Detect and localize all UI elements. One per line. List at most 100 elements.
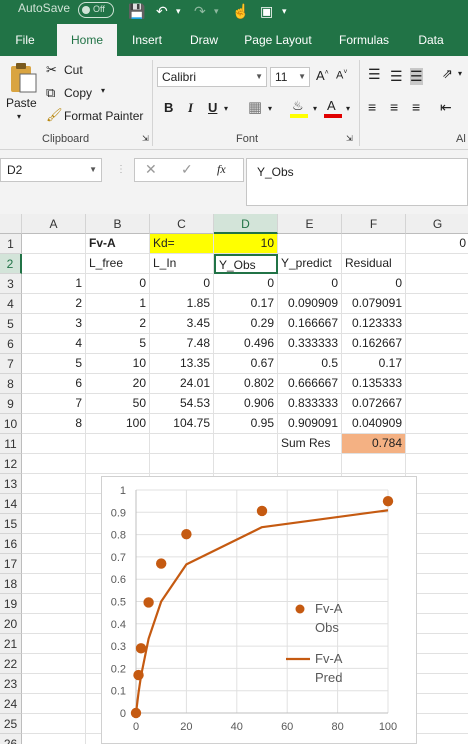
grid-cell[interactable]	[22, 634, 86, 654]
grid-cell[interactable]	[150, 434, 214, 454]
decrease-font-icon[interactable]: A˅	[336, 69, 347, 82]
grid-cell[interactable]	[406, 434, 468, 454]
cell-d9[interactable]: 0.906	[214, 394, 278, 414]
row-header-25[interactable]: 25	[0, 714, 22, 734]
cell-e5[interactable]: 0.166667	[278, 314, 342, 334]
underline-button[interactable]: U	[208, 100, 217, 115]
undo-icon[interactable]: ↶	[156, 2, 168, 20]
cell-b9[interactable]: 50	[86, 394, 150, 414]
orientation-dropdown-icon[interactable]: ▾	[458, 69, 462, 78]
cell-f9[interactable]: 0.072667	[342, 394, 406, 414]
align-right-icon[interactable]: ≡	[412, 99, 420, 115]
row-header-16[interactable]: 16	[0, 534, 22, 554]
font-color-button[interactable]: A	[324, 98, 342, 120]
cell-b10[interactable]: 100	[86, 414, 150, 434]
column-header-f[interactable]: F	[342, 214, 406, 234]
fill-dropdown-icon[interactable]: ▾	[313, 104, 317, 113]
row-header-15[interactable]: 15	[0, 514, 22, 534]
bold-button[interactable]: B	[164, 100, 173, 115]
grid-cell[interactable]	[406, 254, 468, 274]
grid-cell[interactable]	[278, 454, 342, 474]
align-center-icon[interactable]: ≡	[390, 99, 398, 115]
orientation-icon[interactable]: ⇗	[442, 66, 453, 82]
row-header-6[interactable]: 6	[0, 334, 22, 354]
format-painter-icon[interactable]: 🖌	[46, 107, 63, 123]
cell-d10[interactable]: 0.95	[214, 414, 278, 434]
row-header-20[interactable]: 20	[0, 614, 22, 634]
row-header-18[interactable]: 18	[0, 574, 22, 594]
column-header-a[interactable]: A	[22, 214, 86, 234]
cell-c6[interactable]: 7.48	[150, 334, 214, 354]
grid-cell[interactable]	[150, 454, 214, 474]
cell-f6[interactable]: 0.162667	[342, 334, 406, 354]
grid-cell[interactable]	[406, 354, 468, 374]
select-all-corner[interactable]	[0, 214, 22, 234]
cell-c4[interactable]: 1.85	[150, 294, 214, 314]
align-top-icon[interactable]: ☰	[368, 66, 381, 83]
cell-e3[interactable]: 0	[278, 274, 342, 294]
cell-c7[interactable]: 13.35	[150, 354, 214, 374]
grid-cell[interactable]	[22, 474, 86, 494]
row-header-3[interactable]: 3	[0, 274, 22, 294]
cell-c8[interactable]: 24.01	[150, 374, 214, 394]
tab-page-layout[interactable]: Page Layout	[236, 24, 320, 56]
tab-data[interactable]: Data	[408, 24, 454, 56]
grid-cell[interactable]	[214, 454, 278, 474]
grid-cell[interactable]	[342, 454, 406, 474]
cell-a5[interactable]: 3	[22, 314, 86, 334]
tab-draw[interactable]: Draw	[178, 24, 230, 56]
font-color-dropdown-icon[interactable]: ▾	[346, 104, 350, 113]
grid-cell[interactable]	[406, 394, 468, 414]
autosave-toggle[interactable]: Off	[78, 2, 114, 18]
cell-e4[interactable]: 0.090909	[278, 294, 342, 314]
row-header-17[interactable]: 17	[0, 554, 22, 574]
column-header-g[interactable]: G	[406, 214, 468, 234]
cell-a9[interactable]: 7	[22, 394, 86, 414]
row-header-1[interactable]: 1	[0, 234, 22, 254]
cell-a6[interactable]: 4	[22, 334, 86, 354]
grid-cell[interactable]	[406, 374, 468, 394]
grid-cell[interactable]	[406, 414, 468, 434]
cell-a4[interactable]: 2	[22, 294, 86, 314]
tab-formulas[interactable]: Formulas	[330, 24, 398, 56]
cell-b1[interactable]: Fv-A	[86, 234, 150, 254]
column-header-c[interactable]: C	[150, 214, 214, 234]
row-header-5[interactable]: 5	[0, 314, 22, 334]
grid-cell[interactable]	[22, 594, 86, 614]
grid-cell[interactable]	[22, 714, 86, 734]
row-header-14[interactable]: 14	[0, 494, 22, 514]
align-left-icon[interactable]: ≡	[368, 99, 376, 115]
cell-g1[interactable]: 0	[406, 234, 468, 254]
cancel-icon[interactable]: ✕	[145, 161, 157, 178]
cell-e9[interactable]: 0.833333	[278, 394, 342, 414]
cell-f4[interactable]: 0.079091	[342, 294, 406, 314]
cell-b6[interactable]: 5	[86, 334, 150, 354]
name-box[interactable]: D2 ▼	[0, 158, 102, 182]
cell-d6[interactable]: 0.496	[214, 334, 278, 354]
cell-f3[interactable]: 0	[342, 274, 406, 294]
cell-b4[interactable]: 1	[86, 294, 150, 314]
undo-dropdown-icon[interactable]: ▾	[176, 2, 181, 20]
cell-c5[interactable]: 3.45	[150, 314, 214, 334]
clipboard-launcher-icon[interactable]: ⇲	[142, 134, 149, 143]
column-header-e[interactable]: E	[278, 214, 342, 234]
row-header-23[interactable]: 23	[0, 674, 22, 694]
row-header-7[interactable]: 7	[0, 354, 22, 374]
cell-f8[interactable]: 0.135333	[342, 374, 406, 394]
grid-cell[interactable]	[86, 434, 150, 454]
cell-f2[interactable]: Residual	[342, 254, 406, 274]
cell-c9[interactable]: 54.53	[150, 394, 214, 414]
tab-insert[interactable]: Insert	[120, 24, 174, 56]
grid-cell[interactable]	[22, 654, 86, 674]
grid-cell[interactable]	[406, 274, 468, 294]
grid-cell[interactable]	[22, 574, 86, 594]
grid-cell[interactable]	[22, 254, 86, 274]
grid-cell[interactable]	[22, 674, 86, 694]
cell-a10[interactable]: 8	[22, 414, 86, 434]
toolbar-dropdown-icon[interactable]: ▾	[282, 2, 287, 20]
font-name-select[interactable]: Calibri ▼	[157, 67, 267, 87]
cell-c10[interactable]: 104.75	[150, 414, 214, 434]
cell-a3[interactable]: 1	[22, 274, 86, 294]
row-header-13[interactable]: 13	[0, 474, 22, 494]
cut-button[interactable]: Cut	[64, 63, 83, 77]
